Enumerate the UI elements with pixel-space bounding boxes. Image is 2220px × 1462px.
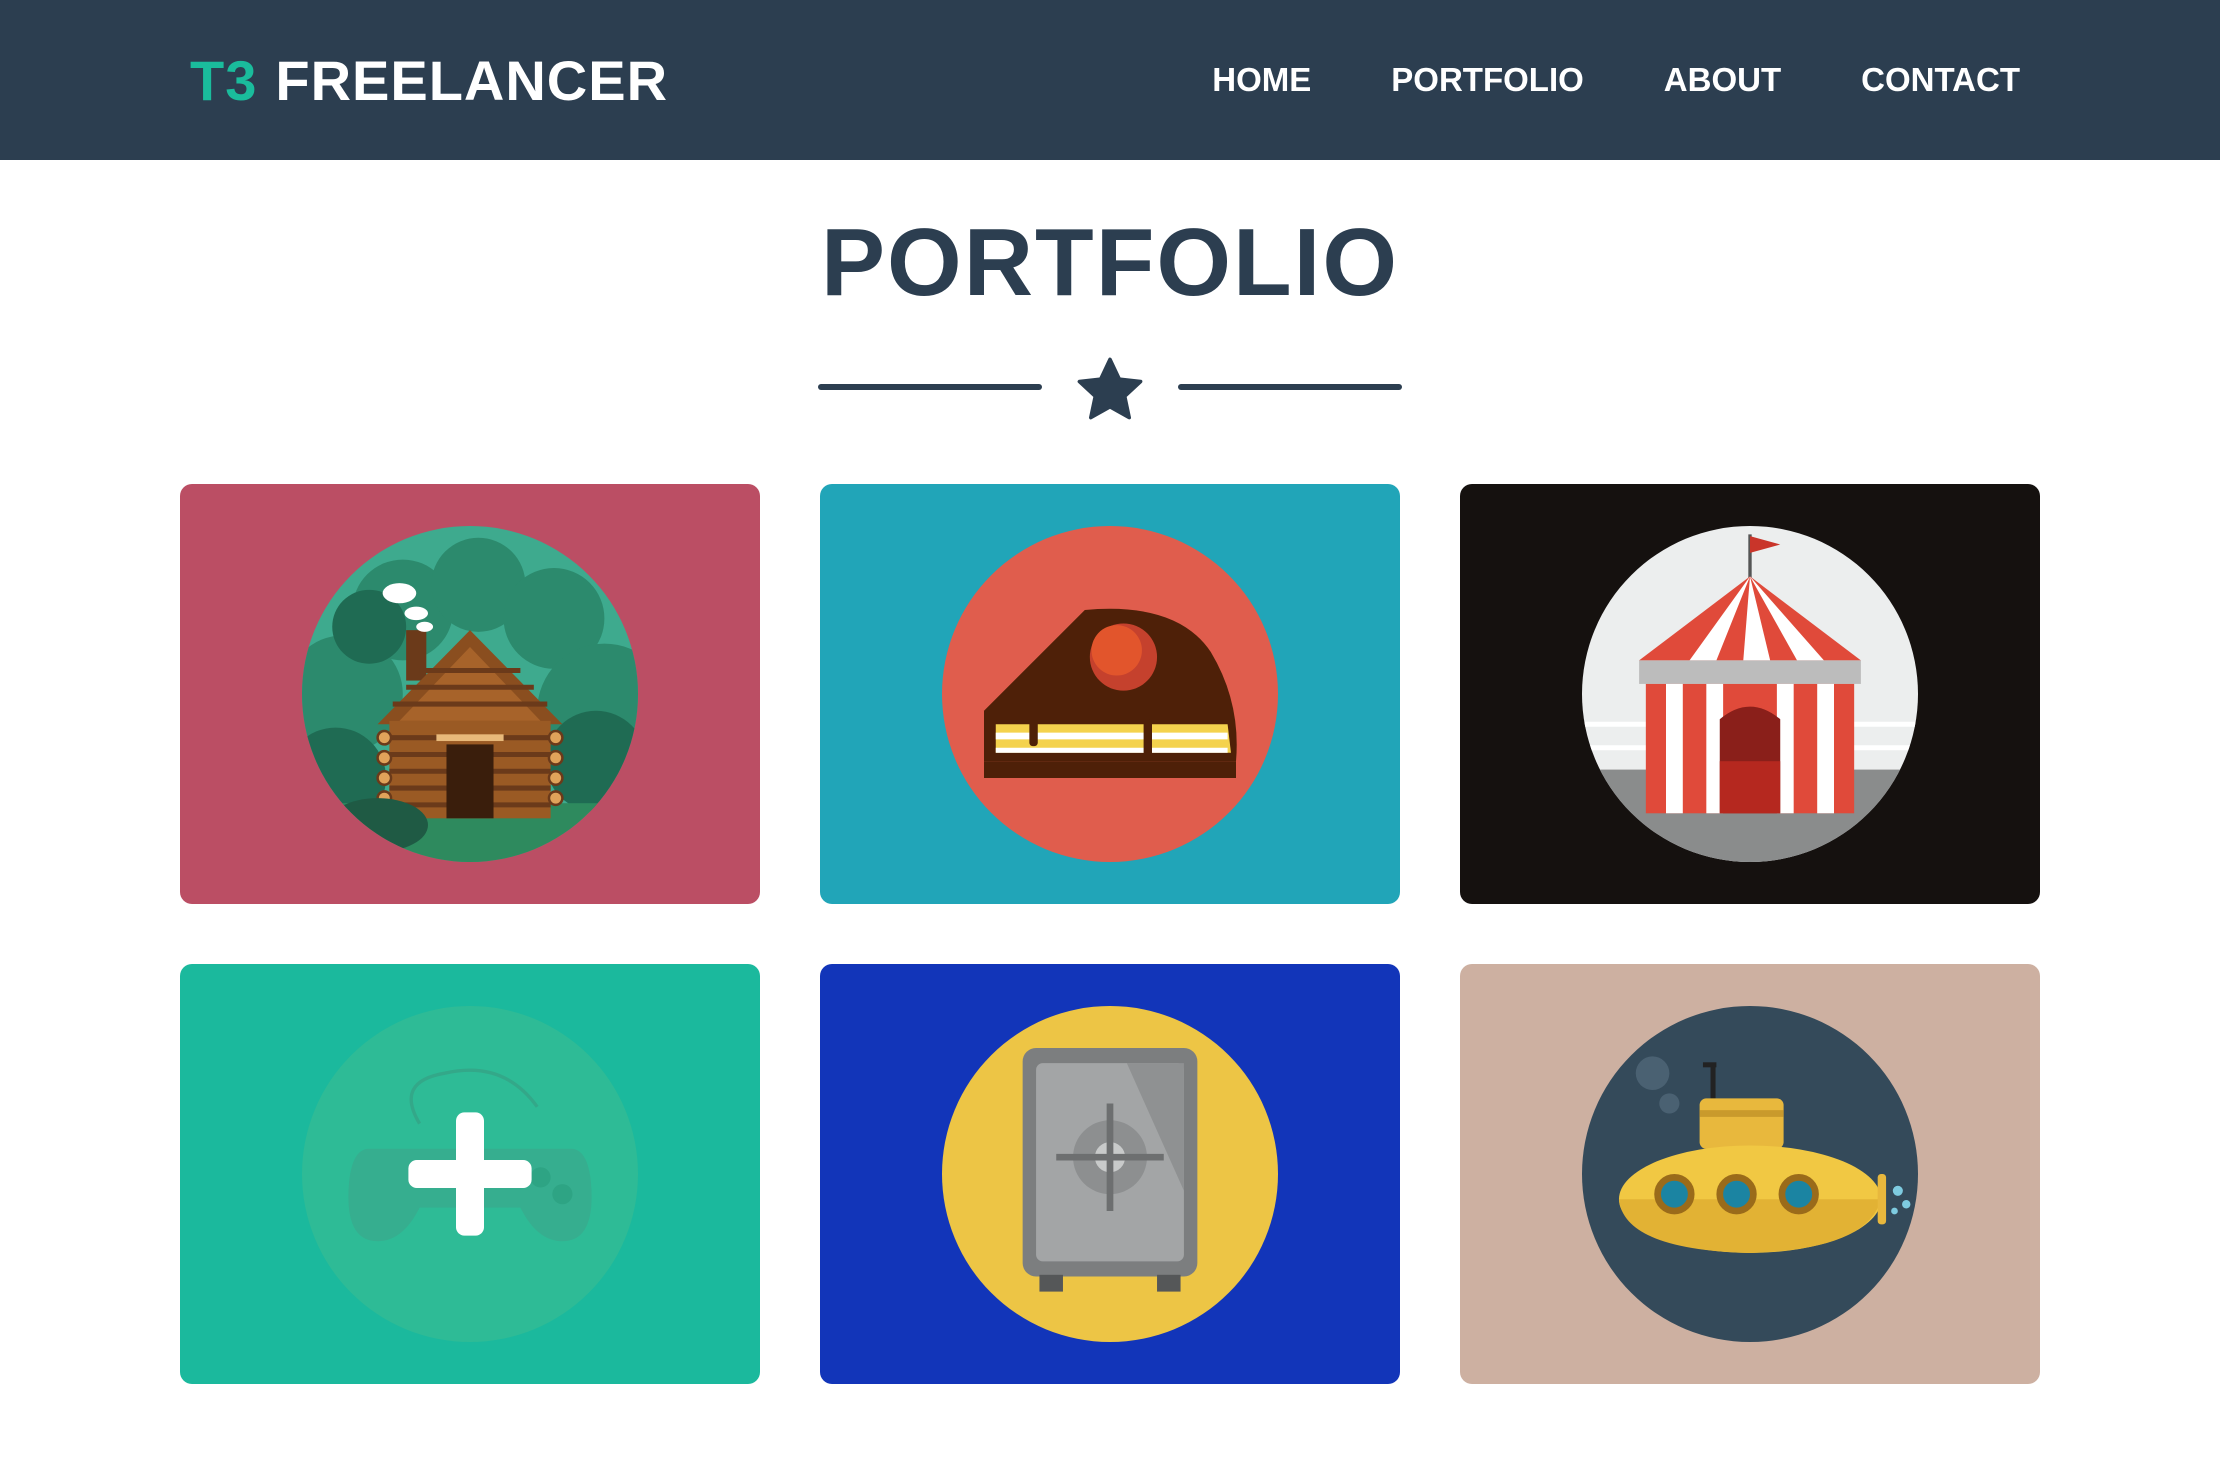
section-title: PORTFOLIO: [821, 209, 1399, 316]
safe-icon: [942, 1006, 1278, 1342]
circus-tent-icon: [1582, 526, 1918, 862]
brand-accent: T3: [190, 48, 258, 112]
nav-link-contact[interactable]: CONTACT: [1861, 61, 2020, 99]
brand-name: FREELANCER: [275, 48, 669, 112]
nav-links: HOME PORTFOLIO ABOUT CONTACT: [1132, 0, 2020, 160]
portfolio-item-safe[interactable]: [820, 964, 1400, 1384]
navbar: T3 FREELANCER HOME PORTFOLIO ABOUT CONTA…: [0, 0, 2220, 160]
plus-icon: [408, 1112, 532, 1236]
portfolio-item-cake[interactable]: [820, 484, 1400, 904]
log-cabin-icon: [302, 526, 638, 862]
submarine-icon: [1582, 1006, 1918, 1342]
portfolio-item-circus[interactable]: [1460, 484, 2040, 904]
brand-logo[interactable]: T3 FREELANCER: [190, 42, 668, 118]
nav-link-about[interactable]: ABOUT: [1664, 61, 1781, 99]
nav-link-home[interactable]: HOME: [1212, 61, 1311, 99]
divider-line-left: [818, 384, 1042, 390]
portfolio-item-submarine[interactable]: [1460, 964, 2040, 1384]
nav-link-portfolio[interactable]: PORTFOLIO: [1391, 61, 1584, 99]
divider-line-right: [1178, 384, 1402, 390]
cake-slice-icon: [942, 526, 1278, 862]
star-icon: [1077, 357, 1143, 420]
portfolio-item-cabin[interactable]: [180, 484, 760, 904]
portfolio-item-game[interactable]: [180, 964, 760, 1384]
section-divider: [818, 350, 1402, 430]
